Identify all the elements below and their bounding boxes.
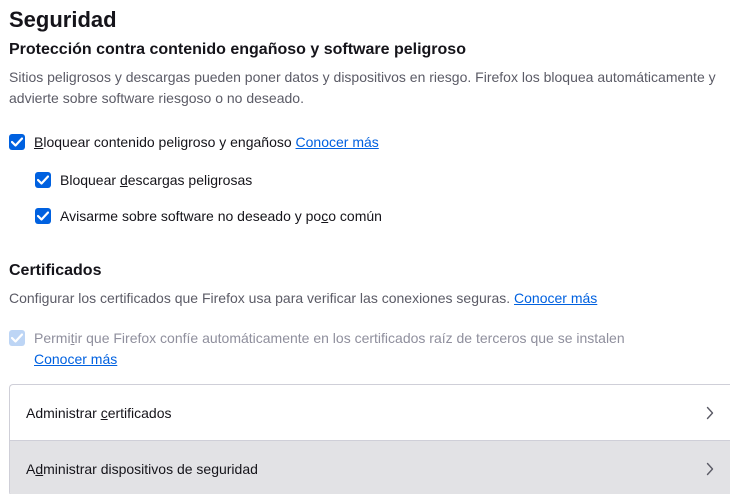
third-party-roots-checkbox[interactable] [9,330,25,346]
chevron-right-icon [706,406,714,419]
accesskey: d [35,460,44,477]
accesskey: d [119,172,128,188]
certificates-heading: Certificados [9,262,102,279]
third-party-roots-learn-more-link[interactable]: Conocer más [34,351,117,367]
certificates-description: Configurar los certificados que Firefox … [9,290,598,306]
chevron-right-icon [706,462,714,475]
deceptive-content-heading: Protección contra contenido engañoso y s… [9,41,466,58]
warn-unwanted-checkbox[interactable] [35,208,51,224]
manage-certificates-button[interactable]: Administrar certificados [10,385,730,440]
block-downloads-label[interactable]: Bloquear descargas peligrosas [60,170,252,190]
deceptive-content-description: Sitios peligrosos y descargas pueden pon… [9,69,716,106]
accesskey: c [100,404,108,421]
certificates-actions-box: Administrar certificados Administrar dis… [9,384,730,494]
manage-security-devices-label: Administrar dispositivos de seguridad [26,460,258,477]
checkmark-icon [37,211,49,221]
third-party-roots-label: Permitir que Firefox confíe automáticame… [34,330,625,367]
accesskey: B [34,134,44,150]
section-title: Seguridad [9,7,117,32]
warn-unwanted-label[interactable]: Avisarme sobre software no deseado y poc… [60,206,382,226]
checkmark-icon [11,333,23,343]
manage-security-devices-button[interactable]: Administrar dispositivos de seguridad [10,440,730,494]
block-downloads-checkbox[interactable] [35,172,51,188]
block-downloads-checkbox-row[interactable]: Bloquear descargas peligrosas [35,170,252,190]
block-dangerous-label[interactable]: Bloquear contenido peligroso y engañoso … [34,132,379,152]
block-dangerous-checkbox-row[interactable]: Bloquear contenido peligroso y engañoso … [9,132,379,152]
certificates-learn-more-link[interactable]: Conocer más [514,290,597,306]
checkmark-icon [11,137,23,147]
block-dangerous-checkbox[interactable] [9,134,25,150]
security-preferences-page: Seguridad Protección contra contenido en… [0,0,730,494]
third-party-roots-checkbox-row[interactable]: Permitir que Firefox confíe automáticame… [9,328,727,370]
warn-unwanted-checkbox-row[interactable]: Avisarme sobre software no deseado y poc… [35,206,382,226]
checkmark-icon [37,175,49,185]
learn-more-link[interactable]: Conocer más [296,134,379,150]
manage-certificates-label: Administrar certificados [26,404,172,421]
